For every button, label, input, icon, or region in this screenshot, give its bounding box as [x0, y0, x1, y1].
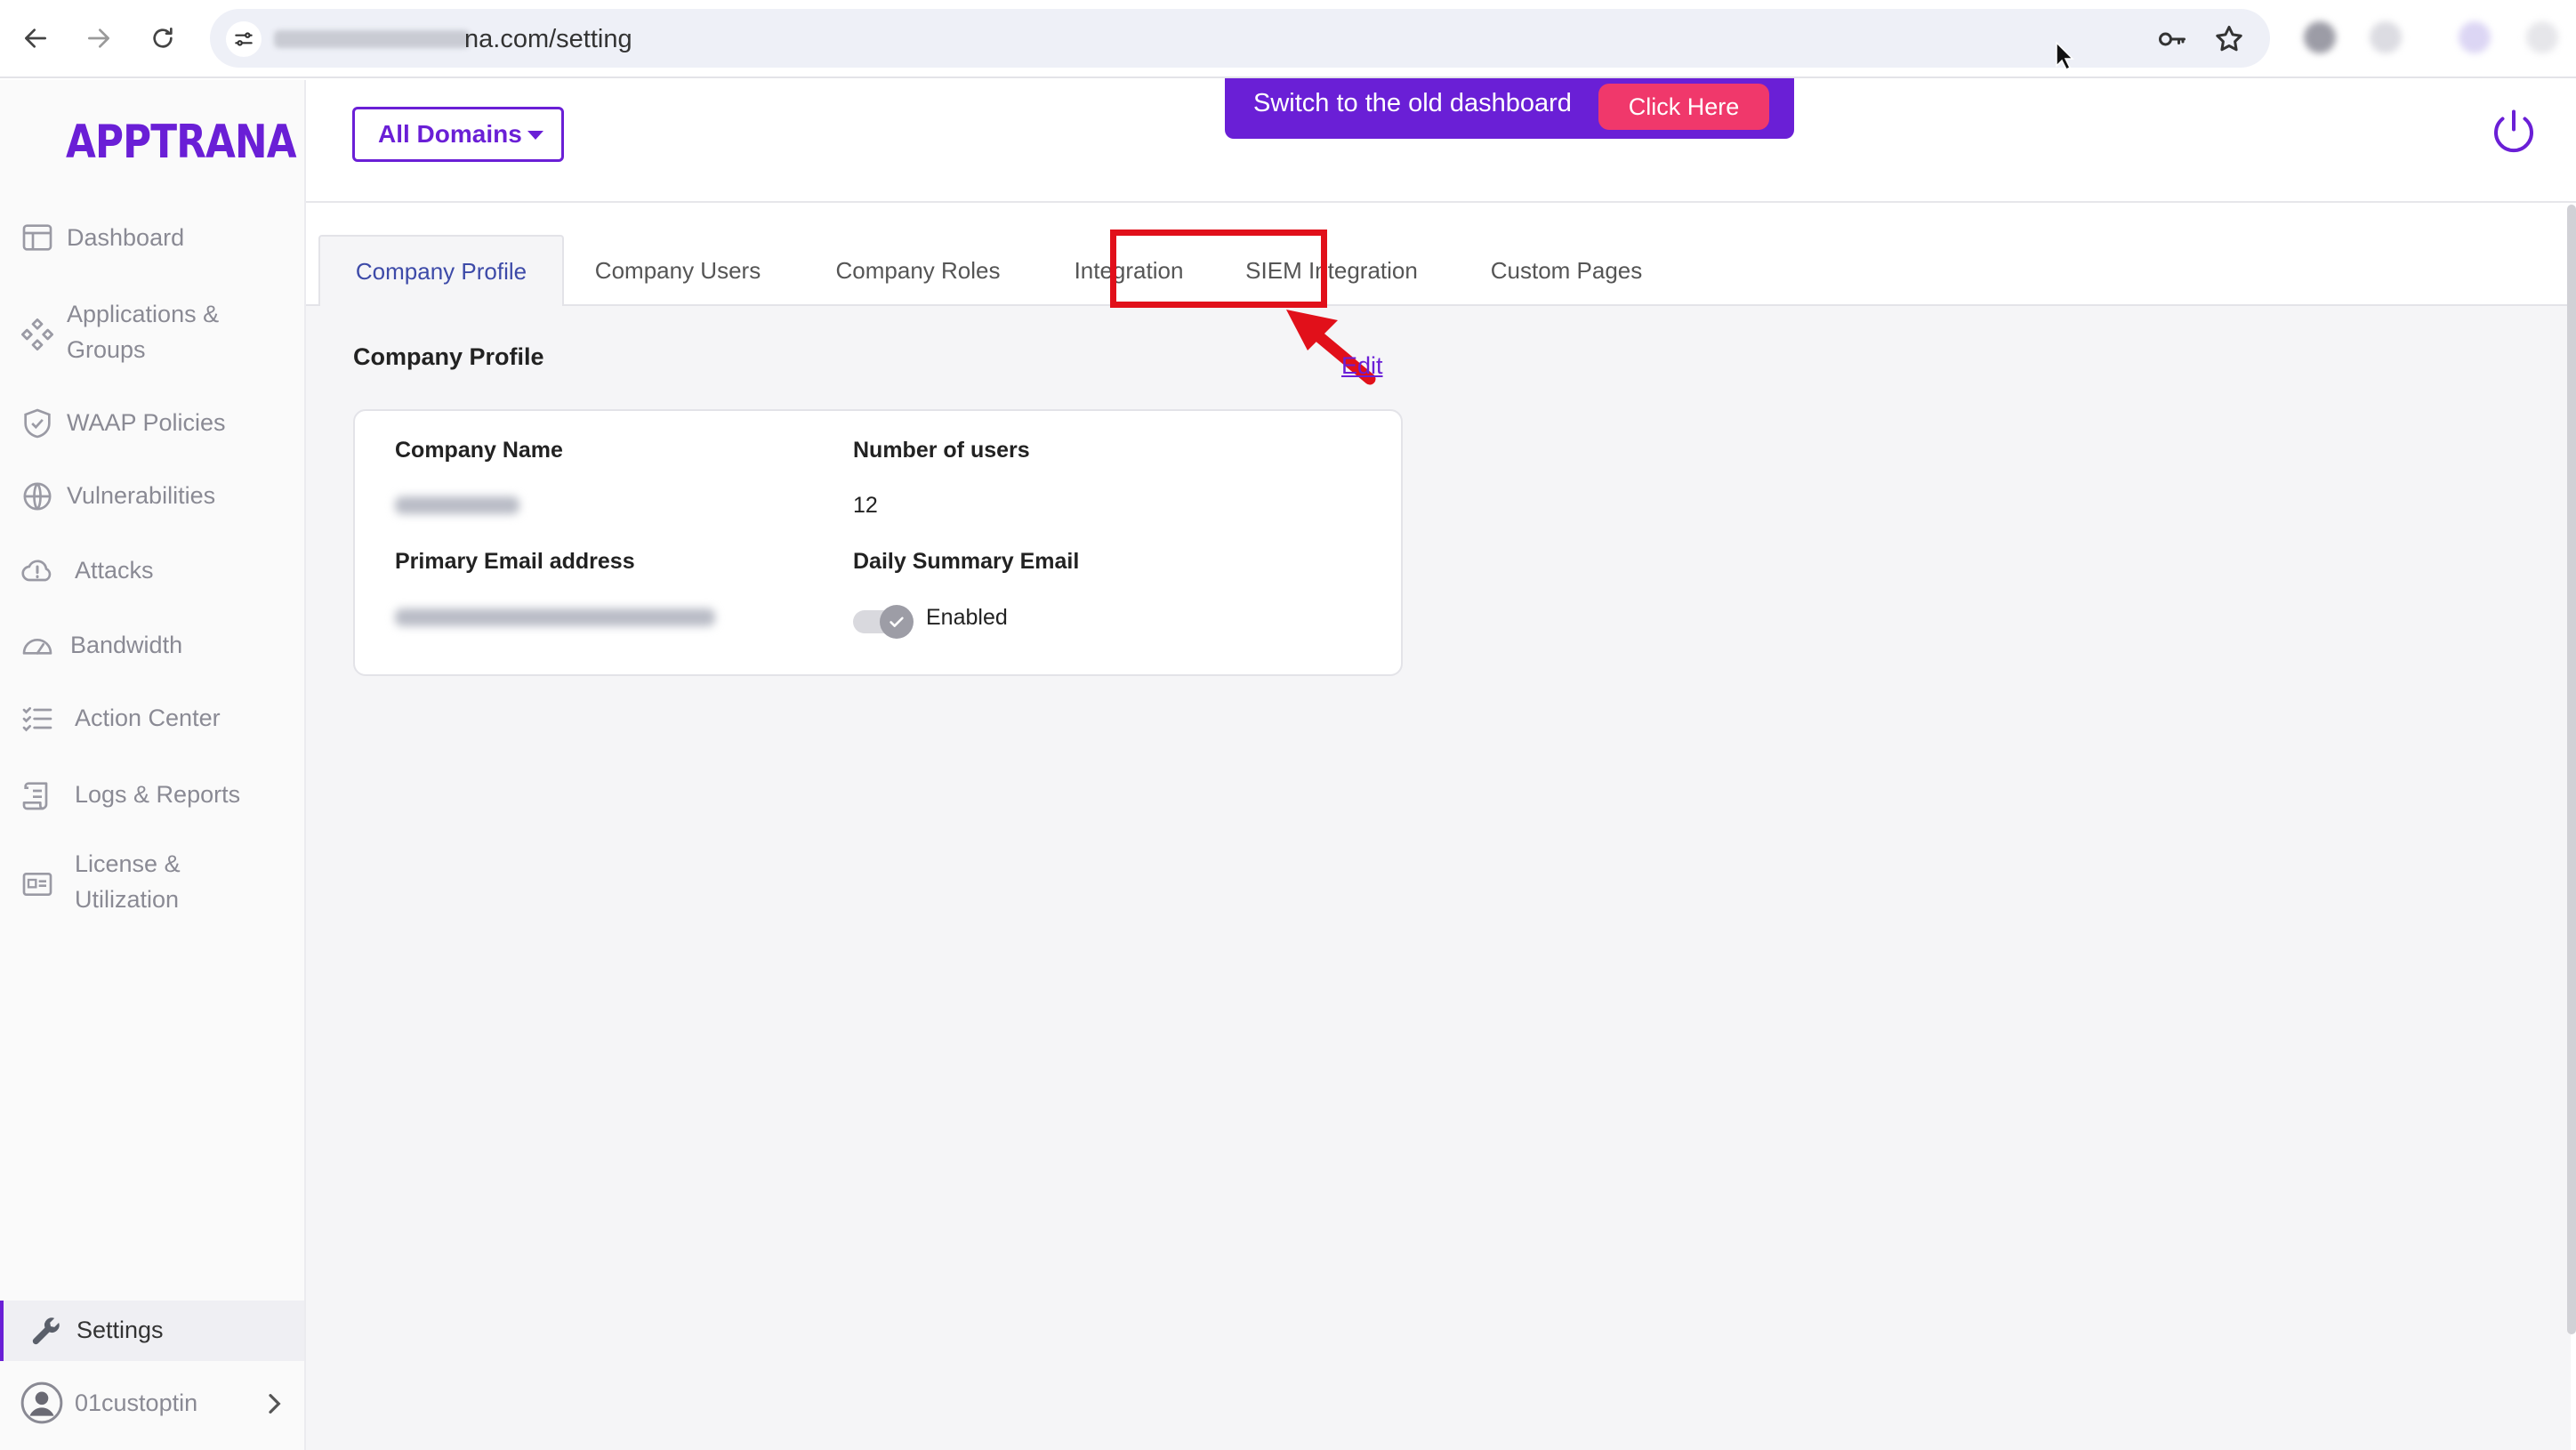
sidebar-item-label: Settings [76, 1317, 164, 1343]
number-of-users-value: 12 [853, 493, 878, 518]
sidebar-item-label: Bandwidth [70, 632, 183, 658]
number-of-users-label: Number of users [853, 438, 1030, 463]
domains-label: All Domains [378, 120, 522, 148]
reload-icon [153, 28, 173, 48]
license-icon [20, 866, 55, 902]
sidebar-item-action-center[interactable]: Action Center [0, 696, 304, 740]
settings-tabs: Company Profile Company Users Company Ro… [306, 205, 2571, 306]
sidebar-item-settings[interactable]: Settings [0, 1301, 304, 1361]
wrench-icon [28, 1313, 64, 1349]
extension-icon[interactable] [2370, 21, 2402, 53]
sidebar-item-vulnerabilities[interactable]: Vulnerabilities [0, 473, 304, 518]
annotation-highlight-box [1110, 230, 1327, 308]
top-bar: All Domains Switch to the old dashboard … [306, 78, 2576, 203]
sidebar-item-waap-policies[interactable]: WAAP Policies [0, 400, 304, 445]
site-settings-button[interactable] [226, 21, 262, 57]
sidebar-item-label: Utilization [75, 886, 180, 913]
extension-icon[interactable] [2304, 21, 2336, 53]
user-avatar-icon [20, 1381, 64, 1425]
scroll-icon [20, 777, 55, 813]
forward-button[interactable] [76, 16, 121, 60]
tab-company-profile[interactable]: Company Profile [318, 235, 564, 306]
check-icon [890, 616, 904, 627]
star-icon[interactable] [2213, 23, 2245, 55]
user-menu[interactable]: 01custoptin [0, 1372, 304, 1436]
daily-summary-label: Daily Summary Email [853, 549, 1080, 574]
address-bar[interactable]: na.com/setting [210, 9, 2270, 68]
arrow-right-icon [88, 28, 109, 48]
sidebar-item-logs-reports[interactable]: Logs & Reports [0, 772, 304, 817]
power-icon[interactable] [2487, 105, 2540, 158]
company-name-label: Company Name [395, 438, 563, 463]
daily-summary-toggle[interactable] [853, 605, 914, 639]
back-button[interactable] [13, 16, 58, 60]
globe-icon [20, 479, 55, 514]
sidebar-item-label: Applications & [67, 301, 220, 327]
url-redacted [274, 30, 470, 48]
settings-content: Company Profile Company Users Company Ro… [306, 205, 2571, 1450]
sidebar-item-label: Dashboard [67, 224, 185, 251]
sidebar-item-bandwidth[interactable]: Bandwidth [0, 623, 304, 667]
arrow-left-icon [25, 28, 46, 48]
sidebar-item-attacks[interactable]: Attacks [0, 548, 304, 592]
applications-icon [20, 317, 55, 352]
checklist-icon [20, 701, 55, 737]
sidebar-item-label: Action Center [75, 705, 221, 731]
edit-link[interactable]: Edit [1341, 352, 1383, 380]
url-text: na.com/setting [464, 25, 632, 53]
sidebar-item-label: Attacks [75, 557, 154, 584]
company-name-redacted [395, 496, 519, 514]
click-here-button[interactable]: Click Here [1598, 84, 1769, 130]
sidebar-item-license-utilization[interactable]: License & Utilization [0, 847, 304, 922]
browser-toolbar: na.com/setting [0, 0, 2576, 78]
reload-button[interactable] [141, 16, 185, 60]
chevron-right-icon[interactable] [260, 1390, 288, 1418]
daily-summary-value: Enabled [926, 605, 1008, 630]
switch-dashboard-banner: Switch to the old dashboard Click Here [1225, 78, 1794, 139]
tab-custom-pages[interactable]: Custom Pages [1450, 235, 1683, 306]
sidebar: APPTRANA Dashboard Applications & Groups… [0, 80, 306, 1450]
sidebar-item-label: WAAP Policies [67, 409, 226, 436]
toggle-knob [880, 605, 914, 639]
company-profile-title: Company Profile [353, 343, 544, 370]
apptrana-logo[interactable]: APPTRANA [66, 116, 297, 169]
user-name: 01custoptin [75, 1390, 198, 1416]
page-scrollbar[interactable] [2567, 205, 2576, 1334]
tab-company-users[interactable]: Company Users [564, 235, 792, 306]
alert-cloud-icon [20, 553, 55, 589]
key-icon[interactable] [2156, 23, 2188, 55]
dashboard-icon [20, 220, 55, 255]
sidebar-item-dashboard[interactable]: Dashboard [0, 215, 304, 260]
caret-down-icon [527, 131, 543, 140]
company-profile-card: Company Name Number of users 12 Primary … [353, 409, 1403, 676]
sidebar-item-label: License & [75, 850, 181, 877]
primary-email-redacted [395, 608, 715, 626]
tune-icon [235, 32, 253, 46]
primary-email-label: Primary Email address [395, 549, 635, 574]
mouse-cursor-icon [2056, 41, 2074, 71]
profile-avatar-icon[interactable] [2459, 21, 2491, 53]
all-domains-dropdown[interactable]: All Domains [352, 107, 564, 162]
sidebar-item-label: Logs & Reports [75, 781, 241, 808]
sidebar-item-label: Vulnerabilities [67, 482, 216, 509]
shield-icon [20, 406, 55, 441]
switch-dashboard-text: Switch to the old dashboard [1253, 89, 1572, 117]
sidebar-item-label: Groups [67, 336, 146, 363]
tab-company-roles[interactable]: Company Roles [792, 235, 1044, 306]
sidebar-item-applications[interactable]: Applications & Groups [0, 297, 304, 372]
menu-icon[interactable] [2526, 21, 2558, 53]
gauge-icon [20, 628, 55, 664]
